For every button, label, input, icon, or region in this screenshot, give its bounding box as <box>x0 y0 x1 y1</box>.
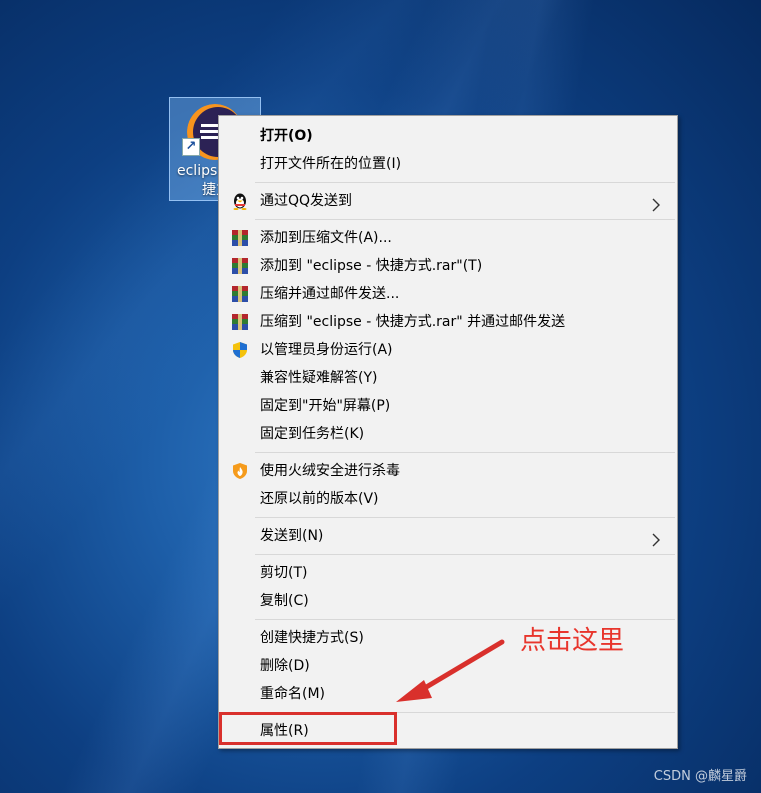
menu-item-open-file-location[interactable]: 打开文件所在的位置(I) <box>219 150 677 178</box>
shortcut-arrow-icon: ↗ <box>182 138 200 156</box>
annotation-arrow-icon <box>396 639 505 702</box>
menu-item-compress-and-email[interactable]: 压缩并通过邮件发送... <box>219 280 677 308</box>
menu-item-send-to[interactable]: 发送到(N) <box>219 522 677 550</box>
uac-shield-icon <box>231 341 249 359</box>
chevron-right-icon <box>649 529 663 547</box>
chevron-right-icon <box>649 194 663 212</box>
winrar-icon <box>231 285 249 303</box>
menu-item-restore-previous-versions[interactable]: 还原以前的版本(V) <box>219 485 677 513</box>
menu-item-huorong-scan[interactable]: 使用火绒安全进行杀毒 <box>219 457 677 485</box>
menu-item-cut[interactable]: 剪切(T) <box>219 559 677 587</box>
menu-item-pin-to-taskbar[interactable]: 固定到任务栏(K) <box>219 420 677 448</box>
menu-item-add-to-named-rar[interactable]: 添加到 "eclipse - 快捷方式.rar"(T) <box>219 252 677 280</box>
menu-item-send-via-qq[interactable]: 通过QQ发送到 <box>219 187 677 215</box>
qq-penguin-icon <box>231 192 249 210</box>
menu-item-pin-to-start[interactable]: 固定到"开始"屏幕(P) <box>219 392 677 420</box>
huorong-shield-icon <box>231 462 249 480</box>
menu-separator <box>255 517 675 518</box>
annotation-text: 点击这里 <box>520 626 625 656</box>
menu-separator <box>255 554 675 555</box>
menu-item-open[interactable]: 打开(O) <box>219 122 677 150</box>
menu-item-run-as-admin[interactable]: 以管理员身份运行(A) <box>219 336 677 364</box>
winrar-icon <box>231 229 249 247</box>
menu-item-add-to-archive[interactable]: 添加到压缩文件(A)... <box>219 224 677 252</box>
menu-item-copy[interactable]: 复制(C) <box>219 587 677 615</box>
menu-separator <box>255 219 675 220</box>
menu-separator <box>255 182 675 183</box>
menu-item-compatibility-troubleshoot[interactable]: 兼容性疑难解答(Y) <box>219 364 677 392</box>
menu-item-compress-to-rar-and-email[interactable]: 压缩到 "eclipse - 快捷方式.rar" 并通过邮件发送 <box>219 308 677 336</box>
winrar-icon <box>231 313 249 331</box>
winrar-icon <box>231 257 249 275</box>
csdn-watermark: CSDN @麟星爵 <box>653 769 747 784</box>
properties-highlight-box <box>219 712 397 745</box>
menu-separator <box>255 452 675 453</box>
